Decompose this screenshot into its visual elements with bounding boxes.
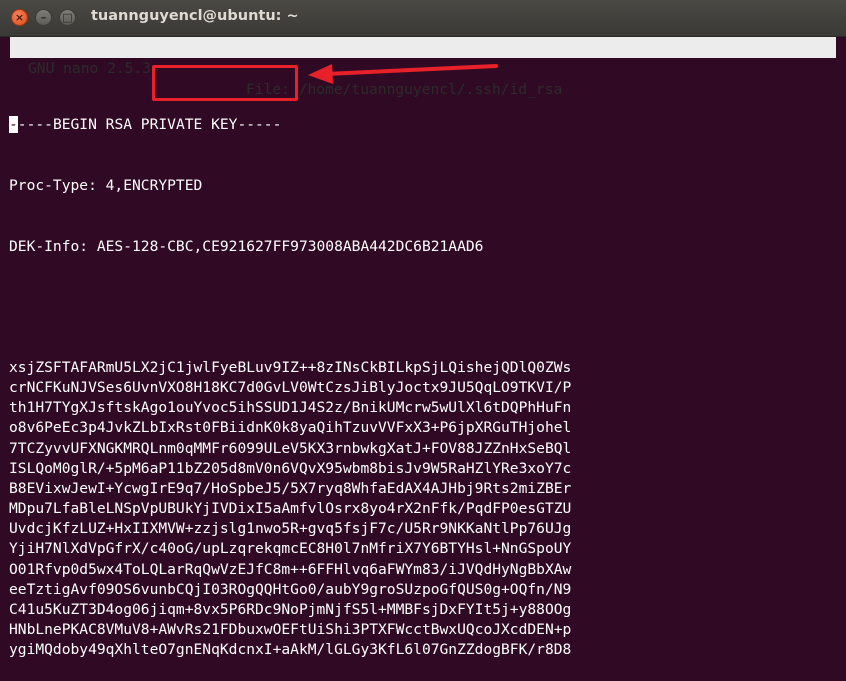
key-line: YjiH7NlXdVpGfrX/c40oG/upLzqrekqmcEC8H0l7… <box>9 540 572 558</box>
key-line: ygiMQdoby49qXhlteO7gnENqKdcnxI+aAkM/lGLG… <box>9 641 572 659</box>
key-line: HNbLnePKAC8VMuV8+AWvRs21FDbuxwOEFtUiShi3… <box>9 621 572 639</box>
key-line: B8EVixwJewI+YcwgIrE9q7/HoSpbeJ5/5X7ryq8W… <box>9 479 572 497</box>
key-line: O01Rfvp0d5wx4ToLQLarRqQwVzEJfC8m++6FFHlv… <box>9 560 572 578</box>
key-line: MDpu7LfaBleLNSpVpUBUkYjIVDixI5aAmfvlOsrx… <box>9 500 572 518</box>
key-line: eeTztigAvf09OS6vunbCQjI03ROgQQHtGo0/aubY… <box>9 580 572 598</box>
key-line: ISLQoM0glR/+5pM6aP11bZ205d8mV0n6VQvX95wb… <box>9 459 572 477</box>
key-line: C41u5KuZT3D4og06jiqm+8vx5P6RDc9NoPjmNjfS… <box>9 601 572 619</box>
annotation-arrow-icon <box>308 64 498 84</box>
key-line: UvdcjKfzLUZ+HxIIXMVW+zzjslg1nwo5R+gvq5fs… <box>9 520 572 538</box>
